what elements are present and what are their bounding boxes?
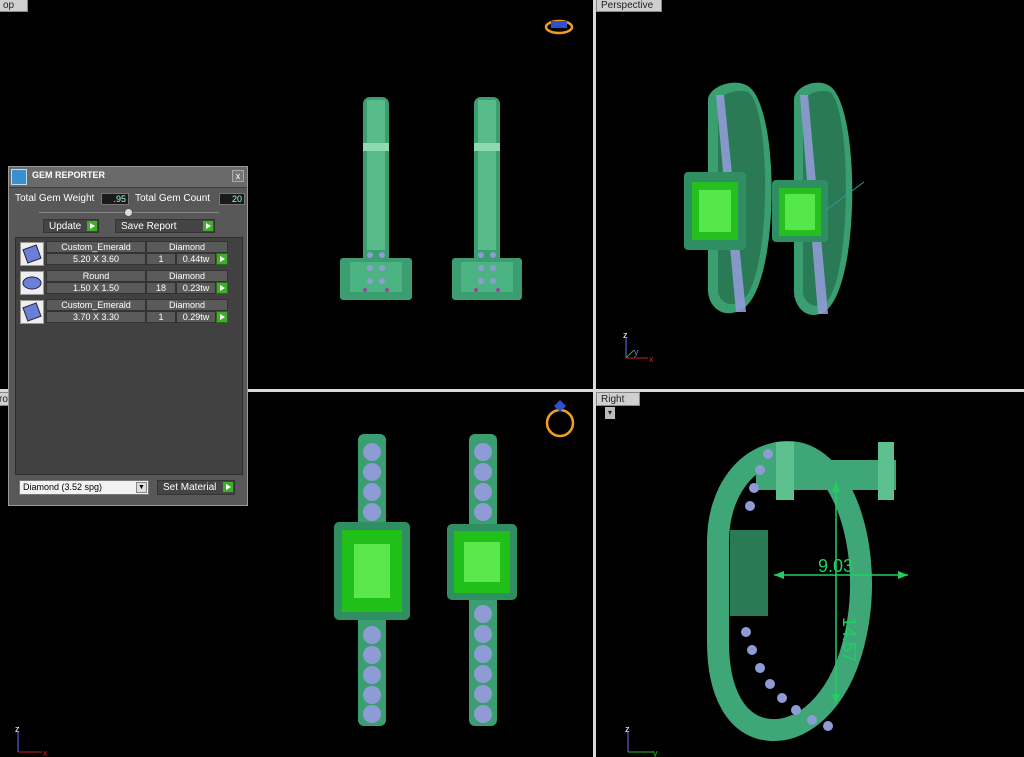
set-material-go-icon — [223, 482, 233, 492]
chevron-down-icon[interactable]: ▼ — [136, 482, 147, 493]
gem-size: 5.20 X 3.60 — [46, 253, 146, 265]
axis-z-label-front: z — [15, 724, 20, 734]
gem-reporter-titlebar[interactable]: GEM REPORTER x — [9, 167, 247, 188]
gem-count: 18 — [146, 282, 176, 294]
gem-reporter-logo-icon — [11, 169, 27, 185]
gem-list[interactable]: Custom_Emerald Diamond 5.20 X 3.60 1 0.4… — [15, 237, 243, 475]
axis-triad-front-icon: z x — [15, 724, 48, 757]
gem-material: Diamond — [146, 241, 228, 253]
update-button[interactable]: Update — [43, 219, 99, 233]
close-icon[interactable]: x — [232, 170, 244, 182]
gem-size: 3.70 X 3.30 — [46, 311, 146, 323]
material-select[interactable]: Diamond (3.52 spg) ▼ — [19, 480, 149, 495]
gem-count: 1 — [146, 311, 176, 323]
gem-size: 1.50 X 1.50 — [46, 282, 146, 294]
ring-gizmo-icon[interactable] — [544, 19, 574, 35]
collapse-handle-icon[interactable] — [124, 208, 133, 217]
set-material-button-label: Set Material — [163, 482, 217, 493]
axis-z-label-right: z — [625, 724, 630, 734]
dimension-width-label: 9.03 — [818, 556, 853, 576]
save-report-go-icon — [203, 221, 213, 231]
axis-y-label-right: y — [653, 748, 658, 757]
earring-left-front — [334, 434, 410, 726]
save-report-button[interactable]: Save Report — [115, 219, 215, 233]
total-gem-weight-value: .95 — [101, 193, 129, 205]
gem-weight: 0.23tw — [176, 282, 216, 294]
gem-row[interactable]: Round Diamond 1.50 X 1.50 18 0.23tw — [20, 270, 230, 296]
dimension-height-label: 14.57 — [839, 617, 859, 662]
axis-x-label: x — [649, 354, 654, 364]
axis-triad-icon: z y x — [623, 330, 654, 364]
gem-shape: Custom_Emerald — [46, 241, 146, 253]
perspective-view-drawing: z y x — [623, 82, 865, 364]
right-view-drawing: 9.03 14.57 z y — [625, 441, 908, 757]
set-material-button[interactable]: Set Material — [157, 480, 235, 495]
earring-left-top — [340, 97, 412, 300]
gem-reporter-title: GEM REPORTER — [32, 170, 106, 180]
earring-left-perspective — [684, 82, 772, 314]
gem-select-go-icon[interactable] — [216, 282, 228, 294]
earring-side-profile — [707, 441, 896, 742]
earring-right-perspective — [772, 82, 865, 316]
viewport-right[interactable]: Right▾ 9.03 14.57 z y — [596, 392, 1024, 757]
viewport-perspective[interactable]: Perspective z y x — [596, 0, 1024, 389]
total-gem-count-value: 20 — [219, 193, 245, 205]
gem-row[interactable]: Custom_Emerald Diamond 5.20 X 3.60 1 0.4… — [20, 241, 230, 267]
gem-shape: Round — [46, 270, 146, 282]
earring-right-front — [447, 434, 517, 726]
ring-gizmo-icon-front[interactable] — [545, 400, 575, 438]
gem-weight: 0.29tw — [176, 311, 216, 323]
earring-right-top — [452, 97, 522, 300]
gem-material: Diamond — [146, 270, 228, 282]
gem-select-go-icon[interactable] — [216, 311, 228, 323]
gem-count: 1 — [146, 253, 176, 265]
total-gem-count-label: Total Gem Count — [135, 193, 211, 204]
gem-shape: Custom_Emerald — [46, 299, 146, 311]
viewport-divider-vertical[interactable] — [593, 0, 596, 757]
axis-triad-right-icon: z y — [625, 724, 658, 757]
save-report-button-label: Save Report — [121, 221, 177, 232]
axis-y-label: y — [634, 347, 639, 357]
round-gem-icon — [20, 271, 44, 295]
emerald-cut-gem-icon — [20, 242, 44, 266]
gem-weight: 0.44tw — [176, 253, 216, 265]
gem-material: Diamond — [146, 299, 228, 311]
gem-reporter-panel: GEM REPORTER x Total Gem Weight .95 Tota… — [8, 166, 248, 506]
gem-select-go-icon[interactable] — [216, 253, 228, 265]
material-select-value: Diamond (3.52 spg) — [23, 482, 103, 492]
axis-x-label-front: x — [43, 748, 48, 757]
update-go-icon — [87, 221, 97, 231]
axis-z-label: z — [623, 330, 628, 340]
update-button-label: Update — [49, 221, 82, 232]
total-gem-weight-label: Total Gem Weight — [15, 193, 95, 204]
emerald-cut-gem-icon — [20, 300, 44, 324]
gem-row[interactable]: Custom_Emerald Diamond 3.70 X 3.30 1 0.2… — [20, 299, 230, 325]
